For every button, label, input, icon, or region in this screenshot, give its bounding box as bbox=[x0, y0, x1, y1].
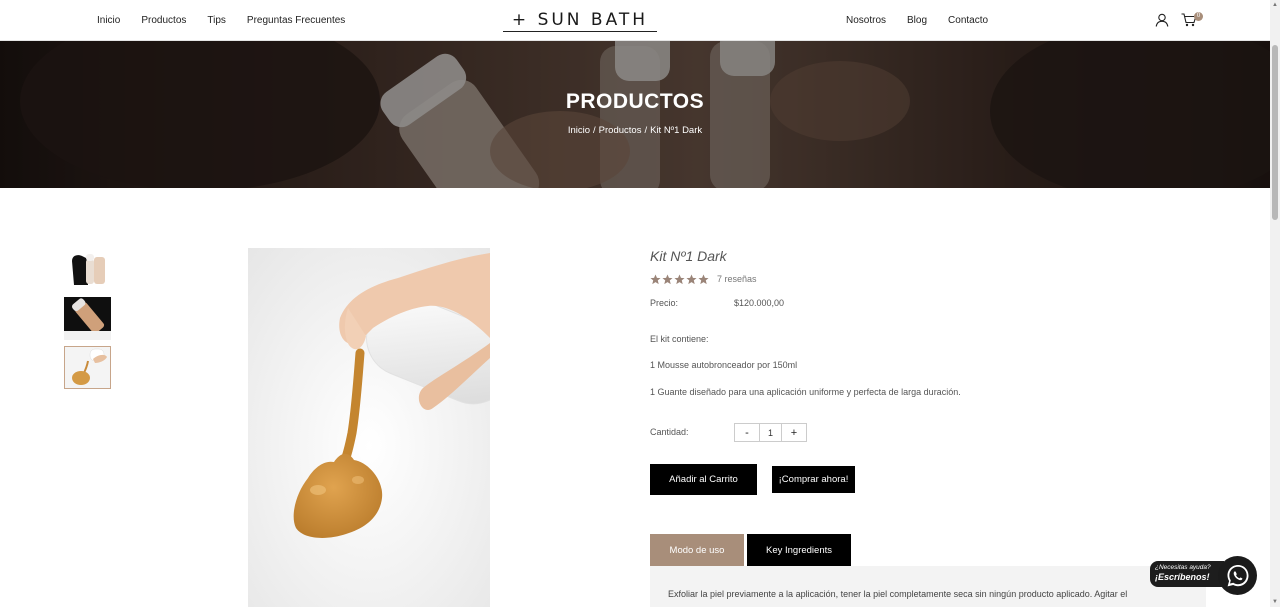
top-navigation-bar: Inicio Productos Tips Preguntas Frecuent… bbox=[0, 0, 1270, 41]
thumbnail-kit[interactable] bbox=[64, 251, 111, 294]
breadcrumb-separator: / bbox=[593, 125, 596, 136]
quantity-input[interactable] bbox=[759, 424, 782, 441]
tab-modo-de-uso[interactable]: Modo de uso bbox=[650, 534, 744, 566]
star-icon bbox=[650, 274, 661, 285]
description-line: 1 Mousse autobronceador por 150ml bbox=[650, 360, 798, 370]
nav-link-blog[interactable]: Blog bbox=[907, 15, 927, 26]
decrease-quantity-button[interactable]: - bbox=[735, 424, 759, 441]
reviews-link[interactable]: 7 reseñas bbox=[717, 274, 757, 284]
scroll-down-arrow-icon[interactable]: ▼ bbox=[1272, 599, 1278, 605]
nav-right: Nosotros Blog Contacto bbox=[846, 0, 988, 41]
nav-link-productos[interactable]: Productos bbox=[141, 15, 186, 26]
cart-count-badge: 0 bbox=[1194, 12, 1203, 21]
description-line: 1 Guante diseñado para una aplicación un… bbox=[650, 387, 961, 397]
nav-link-contacto[interactable]: Contacto bbox=[948, 15, 988, 26]
thumbnail-image bbox=[64, 297, 111, 340]
tab-key-ingredients[interactable]: Key Ingredients bbox=[747, 534, 851, 566]
help-big-text: ¡Escríbenos! bbox=[1155, 572, 1210, 582]
thumbnail-image bbox=[64, 251, 111, 294]
quantity-label: Cantidad: bbox=[650, 427, 689, 437]
breadcrumb-productos[interactable]: Productos bbox=[599, 125, 642, 136]
thumbnail-image bbox=[65, 347, 110, 388]
tab-panel: Exfoliar la piel previamente a la aplica… bbox=[650, 566, 1206, 607]
thumbnail-bottle[interactable] bbox=[64, 297, 111, 340]
user-icon[interactable] bbox=[1155, 13, 1169, 27]
help-small-text: ¿Necesitas ayuda? bbox=[1155, 564, 1211, 571]
star-icon bbox=[662, 274, 673, 285]
help-bubble[interactable]: ¿Necesitas ayuda? ¡Escríbenos! bbox=[1150, 561, 1224, 587]
breadcrumb-separator: / bbox=[644, 125, 648, 136]
star-icon bbox=[674, 274, 685, 285]
quantity-stepper: - + bbox=[734, 423, 807, 442]
breadcrumb: Inicio / Productos / Kit Nº1 Dark bbox=[0, 125, 1270, 136]
nav-link-preguntas-frecuentes[interactable]: Preguntas Frecuentes bbox=[247, 15, 345, 26]
nav-link-inicio[interactable]: Inicio bbox=[97, 15, 120, 26]
scroll-up-arrow-icon[interactable]: ▲ bbox=[1272, 2, 1278, 8]
product-title: Kit Nº1 Dark bbox=[650, 248, 727, 264]
thumbnail-mousse[interactable] bbox=[64, 346, 111, 389]
site-logo[interactable]: + SUN BATH bbox=[503, 8, 657, 32]
nav-link-tips[interactable]: Tips bbox=[207, 15, 226, 26]
star-icon bbox=[686, 274, 697, 285]
product-main-image bbox=[248, 248, 490, 607]
logo-text: + SUN BATH bbox=[511, 9, 649, 30]
page: Inicio Productos Tips Preguntas Frecuent… bbox=[0, 0, 1280, 607]
rating-stars[interactable] bbox=[650, 274, 709, 285]
buy-now-button[interactable]: ¡Comprar ahora! bbox=[772, 466, 855, 493]
hero-banner: PRODUCTOS Inicio / Productos / Kit Nº1 Dark bbox=[0, 41, 1270, 188]
breadcrumb-current: Kit Nº1 Dark bbox=[650, 125, 703, 136]
scrollbar-thumb[interactable] bbox=[1272, 45, 1278, 220]
description-line: El kit contiene: bbox=[650, 334, 709, 344]
increase-quantity-button[interactable]: + bbox=[782, 424, 806, 441]
star-icon bbox=[698, 274, 709, 285]
price-label: Precio: bbox=[650, 298, 679, 308]
product-photo bbox=[248, 248, 490, 607]
tab-content-text: Exfoliar la piel previamente a la aplica… bbox=[668, 589, 1128, 599]
hero-background-image bbox=[0, 41, 1270, 188]
nav-link-nosotros[interactable]: Nosotros bbox=[846, 15, 886, 26]
price-value: $120.000,00 bbox=[734, 298, 785, 308]
whatsapp-button[interactable] bbox=[1218, 556, 1257, 595]
breadcrumb-inicio[interactable]: Inicio bbox=[568, 125, 590, 136]
whatsapp-icon bbox=[1227, 564, 1248, 586]
nav-left: Inicio Productos Tips Preguntas Frecuent… bbox=[97, 0, 345, 41]
page-scrollbar[interactable]: ▲ ▼ bbox=[1270, 0, 1280, 607]
page-title: PRODUCTOS bbox=[565, 90, 705, 113]
add-to-cart-button[interactable]: Añadir al Carrito bbox=[650, 464, 757, 495]
